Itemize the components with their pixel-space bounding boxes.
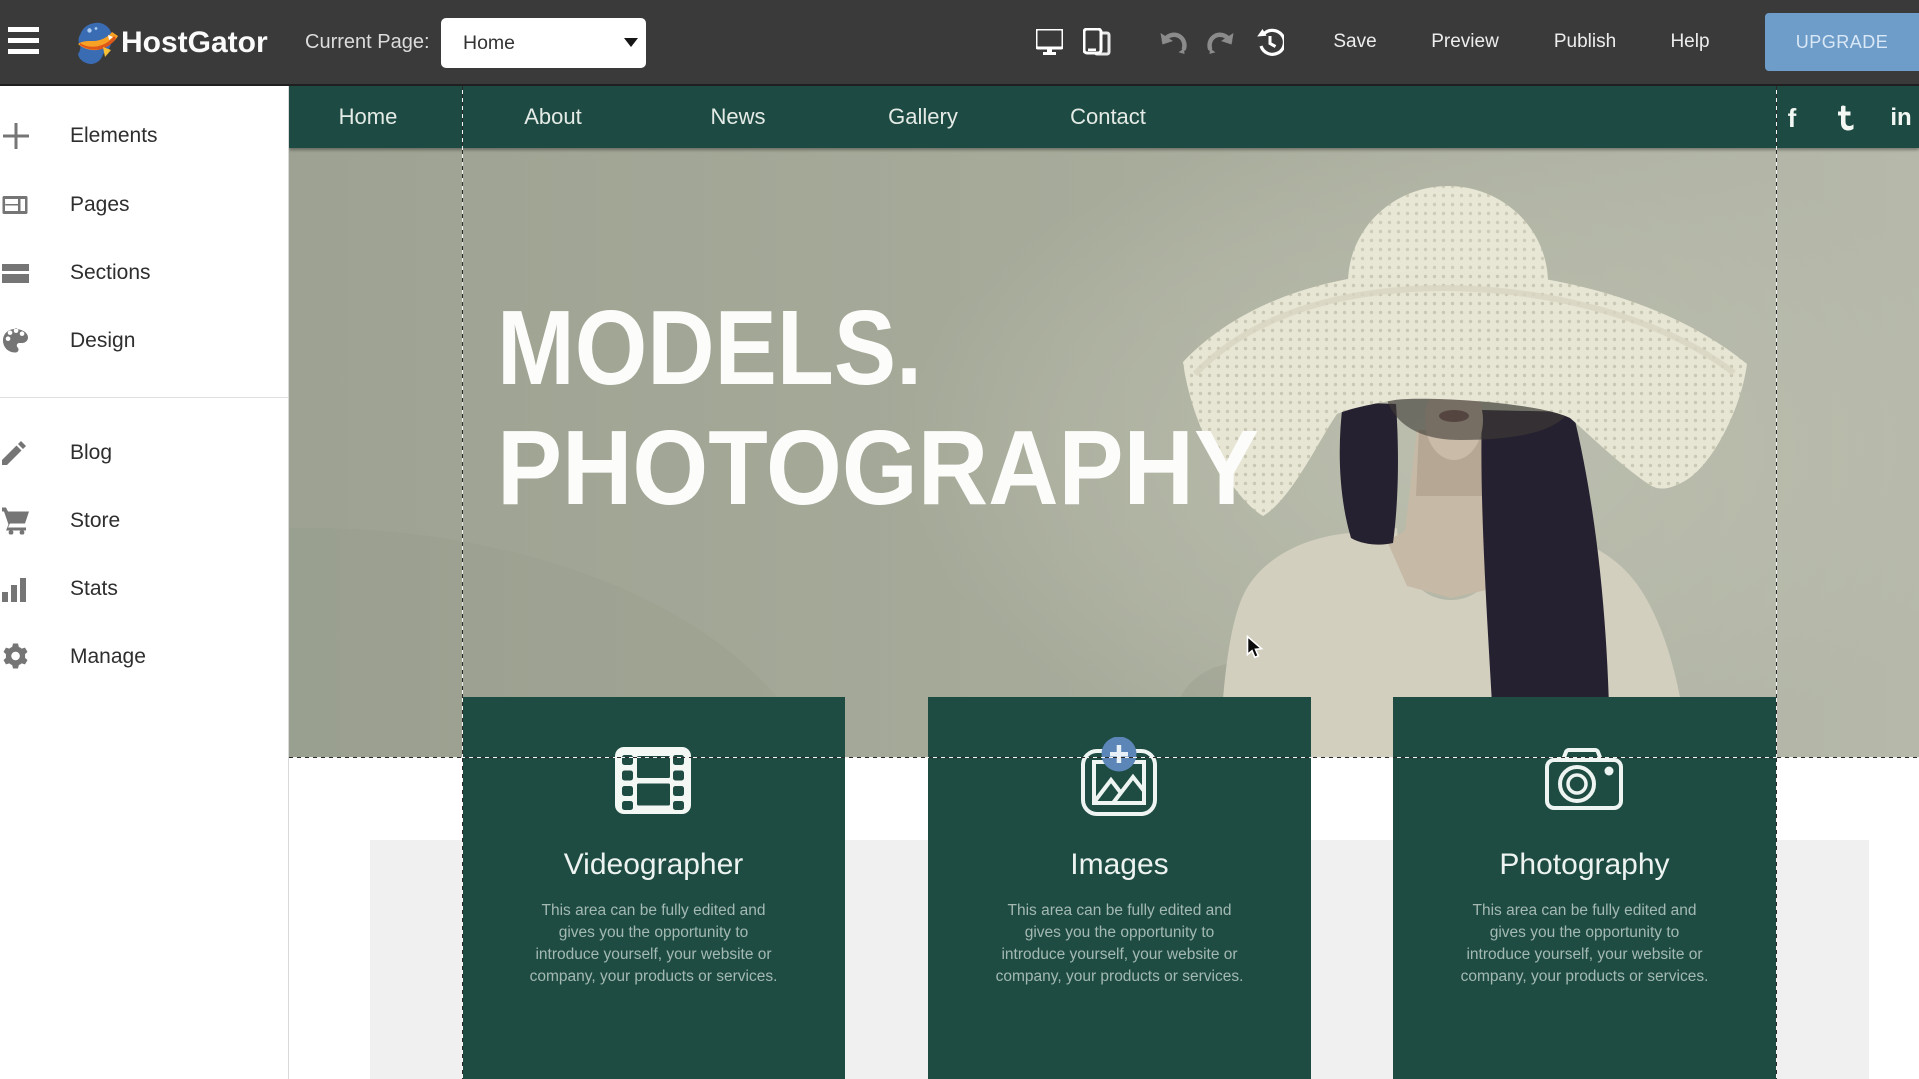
svg-text:PHOTOGRAPHY: PHOTOGRAPHY	[497, 409, 1259, 527]
svg-text:MODELS.: MODELS.	[497, 289, 922, 407]
